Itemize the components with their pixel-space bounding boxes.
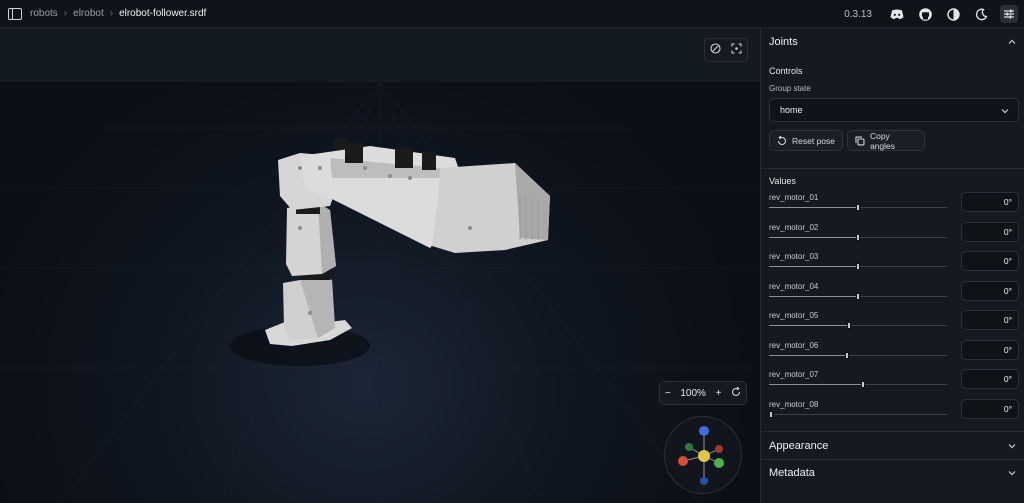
joint-value-input-5[interactable]: 0° — [961, 310, 1019, 330]
focus-frame-icon[interactable] — [731, 41, 742, 59]
slider-fill — [769, 236, 858, 238]
axis-x-positive — [678, 456, 688, 466]
copy-angles-button[interactable]: Copy angles — [847, 130, 925, 151]
joint-value-input-4[interactable]: 0° — [961, 280, 1019, 301]
metadata-title: Metadata — [769, 467, 815, 479]
slider-fill — [769, 384, 864, 385]
slider-fill — [769, 207, 858, 208]
zoom-controls: − 100% + — [659, 381, 747, 405]
joint-name-6: rev_motor_06 — [769, 340, 819, 350]
chevron-down-icon — [1001, 109, 1009, 114]
appearance-section-header[interactable]: Appearance — [761, 432, 1024, 460]
version-label: 0.3.13 — [844, 8, 872, 20]
slider-fill — [769, 325, 850, 326]
slider-thumb[interactable] — [769, 410, 773, 418]
slider-thumb[interactable] — [856, 233, 860, 241]
breadcrumb-elrobot[interactable]: elrobot — [73, 8, 104, 19]
group-state-select[interactable]: home — [769, 98, 1019, 122]
moon-icon[interactable] — [972, 5, 990, 23]
breadcrumb-robots[interactable]: robots — [30, 8, 58, 19]
axis-y-positive — [714, 458, 724, 468]
divider — [761, 168, 1024, 169]
slider-thumb[interactable] — [856, 263, 860, 270]
joint-value-input-6[interactable]: 0° — [961, 339, 1019, 360]
joint-name-8: rev_motor_08 — [769, 399, 819, 409]
joint-value-input-3[interactable]: 0° — [961, 251, 1019, 271]
3d-viewport[interactable]: − 100% + — [0, 28, 760, 503]
slider-fill — [769, 295, 858, 297]
joints-section-header[interactable]: Joints — [761, 28, 1024, 56]
joint-value-input-8[interactable]: 0° — [961, 398, 1019, 419]
breadcrumb-separator: › — [63, 8, 68, 19]
slider-thumb[interactable] — [861, 381, 866, 388]
appearance-title: Appearance — [769, 440, 829, 452]
reset-icon — [777, 135, 787, 145]
joint-name-7: rev_motor_07 — [769, 370, 819, 379]
reset-zoom-icon[interactable] — [731, 386, 741, 400]
robot-arm-model — [265, 138, 550, 346]
joint-slider-7[interactable] — [769, 381, 947, 388]
group-state-value: home — [780, 105, 803, 115]
joint-slider-6[interactable] — [769, 351, 947, 359]
slider-thumb[interactable] — [845, 351, 850, 359]
joint-name-5: rev_motor_05 — [769, 311, 819, 320]
joint-name-3: rev_motor_03 — [769, 252, 819, 261]
joint-name-4: rev_motor_04 — [769, 281, 819, 291]
reset-pose-button[interactable]: Reset pose — [769, 130, 843, 151]
zoom-in-button[interactable]: + — [716, 388, 722, 399]
controls-title: Controls — [769, 66, 803, 76]
joint-name-2: rev_motor_02 — [769, 222, 819, 232]
copy-angles-label: Copy angles — [869, 130, 896, 151]
contrast-icon[interactable] — [944, 5, 962, 23]
joint-value-input-7[interactable]: 0° — [961, 369, 1019, 389]
joints-title: Joints — [769, 36, 798, 48]
chevron-down-icon — [1008, 471, 1016, 476]
joint-slider-5[interactable] — [769, 322, 947, 329]
top-bar: robots › elrobot › elrobot-follower.srdf… — [0, 0, 1024, 28]
copy-icon — [855, 135, 865, 146]
ground-grid — [0, 81, 760, 503]
joints-panel: Joints Controls Group state home Reset p… — [760, 28, 1024, 503]
breadcrumb-current-file: elrobot-follower.srdf — [119, 8, 207, 19]
joint-slider-1[interactable] — [769, 204, 947, 211]
joint-value-input-2[interactable]: 0° — [961, 221, 1019, 242]
camera-controls — [704, 38, 748, 62]
joint-slider-2[interactable] — [769, 233, 947, 241]
orientation-gizmo[interactable] — [664, 416, 742, 494]
metadata-section-header[interactable]: Metadata — [761, 459, 1024, 487]
joint-value-input-1[interactable]: 0° — [961, 192, 1019, 212]
joint-slider-8[interactable] — [769, 410, 947, 418]
joint-slider-4[interactable] — [769, 292, 947, 300]
discord-icon[interactable] — [888, 5, 906, 23]
slider-thumb[interactable] — [847, 322, 852, 329]
slider-thumb[interactable] — [856, 204, 860, 211]
breadcrumb-separator: › — [109, 8, 114, 19]
joint-name-1: rev_motor_01 — [769, 193, 819, 202]
slider-fill — [769, 354, 848, 356]
joint-slider-3[interactable] — [769, 263, 947, 270]
zoom-out-button[interactable]: − — [665, 388, 671, 399]
reset-pose-label: Reset pose — [792, 135, 835, 146]
chevron-down-icon — [1008, 444, 1016, 449]
group-state-label: Group state — [769, 84, 811, 93]
compass-icon[interactable] — [710, 41, 721, 59]
values-title: Values — [769, 176, 796, 186]
axis-z-positive — [699, 426, 709, 436]
settings-sliders-icon[interactable] — [1000, 5, 1018, 23]
slider-thumb[interactable] — [856, 292, 860, 300]
slider-fill — [769, 266, 858, 267]
chevron-up-icon — [1008, 39, 1016, 44]
github-icon[interactable] — [916, 5, 934, 23]
zoom-level: 100% — [680, 387, 706, 399]
sidebar-toggle-icon[interactable] — [8, 7, 22, 20]
